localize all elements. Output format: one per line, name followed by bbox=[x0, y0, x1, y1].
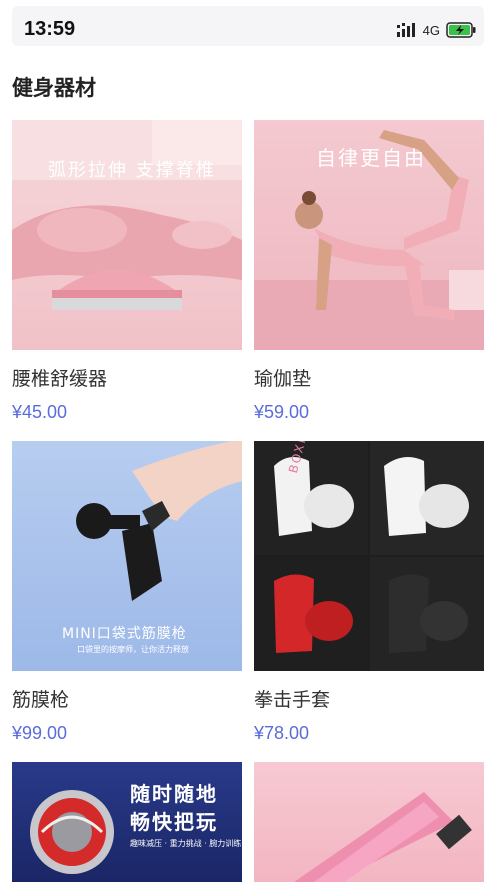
foam-roller-icon bbox=[294, 792, 472, 882]
image-overlay-text: 自律更自由 bbox=[316, 146, 426, 170]
image-overlay-subtext: 趣味减压 · 重力挑战 · 腕力训练 bbox=[130, 839, 242, 848]
signal-icon bbox=[396, 23, 415, 37]
product-image[interactable]: MINI口袋式筋膜枪 口袋里的按摩师，让你活力释放 bbox=[12, 441, 242, 671]
boxing-gloves-icon bbox=[254, 441, 484, 671]
lumbar-stretcher-icon bbox=[12, 120, 242, 310]
product-price: ¥99.00 bbox=[12, 723, 68, 743]
product-price: ¥78.00 bbox=[254, 723, 310, 743]
status-indicators: 4G bbox=[396, 19, 476, 41]
status-time: 13:59 bbox=[24, 18, 76, 40]
product-image[interactable]: 自律更自由 bbox=[254, 120, 484, 350]
battery-charging-icon bbox=[446, 22, 476, 38]
image-overlay-text: 随时随地 bbox=[130, 782, 218, 806]
product-card[interactable]: MINI口袋式筋膜枪 口袋里的按摩师，让你活力释放 筋膜枪 ¥99.00 bbox=[12, 441, 242, 743]
image-overlay-text-2: 畅快把玩 bbox=[130, 810, 218, 834]
product-image[interactable]: 弧形拉伸 支撑脊椎 bbox=[12, 120, 242, 350]
product-image[interactable] bbox=[254, 762, 484, 882]
product-price: ¥45.00 bbox=[12, 402, 68, 422]
product-card[interactable]: 自律更自由 瑜伽垫 ¥59.00 bbox=[254, 120, 484, 422]
product-card[interactable]: 弧形拉伸 支撑脊椎 腰椎舒缓器 ¥45.00 bbox=[12, 120, 242, 422]
network-label: 4G bbox=[422, 22, 440, 38]
product-price: ¥59.00 bbox=[254, 402, 310, 422]
status-bar: 13:59 4G bbox=[0, 0, 496, 60]
section-title: 健身器材 bbox=[12, 76, 96, 100]
product-name: 拳击手套 bbox=[254, 689, 331, 711]
product-card[interactable]: 随时随地 畅快把玩 趣味减压 · 重力挑战 · 腕力训练 bbox=[12, 762, 242, 882]
image-overlay-text: 弧形拉伸 支撑脊椎 bbox=[48, 160, 216, 181]
product-image[interactable]: BOXING bbox=[254, 441, 484, 671]
product-card[interactable] bbox=[254, 762, 484, 882]
image-overlay-text: MINI口袋式筋膜枪 bbox=[62, 626, 187, 642]
product-card[interactable]: BOXING 拳击手套 ¥78.00 bbox=[254, 441, 484, 743]
image-overlay-subtext: 口袋里的按摩师，让你活力释放 bbox=[77, 645, 189, 654]
product-name: 瑜伽垫 bbox=[254, 368, 312, 390]
product-name: 筋膜枪 bbox=[12, 689, 70, 711]
product-name: 腰椎舒缓器 bbox=[12, 368, 108, 390]
product-image[interactable]: 随时随地 畅快把玩 趣味减压 · 重力挑战 · 腕力训练 bbox=[12, 762, 242, 882]
